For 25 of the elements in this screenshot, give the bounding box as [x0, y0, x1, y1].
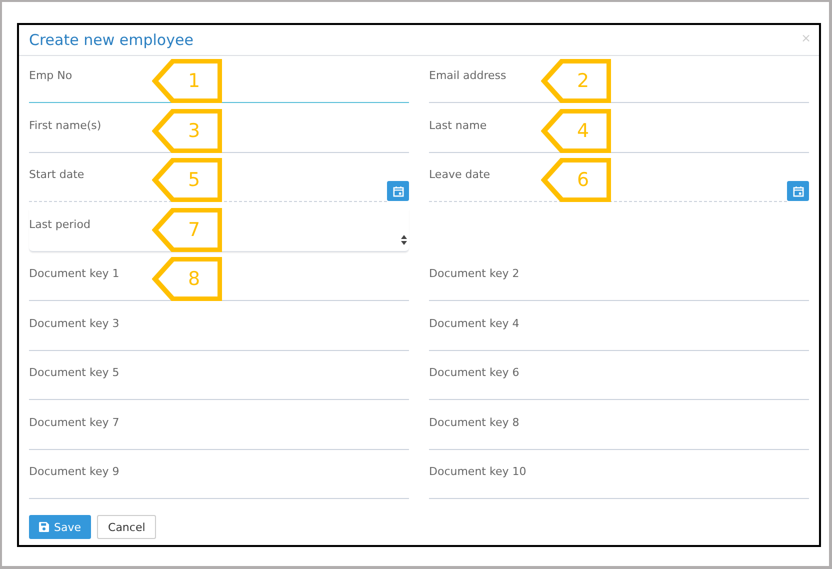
input-field[interactable]: Document key 2	[429, 258, 809, 301]
callout-tag: 3	[152, 108, 222, 152]
input-field[interactable]: Document key 3	[29, 308, 409, 350]
input-field[interactable]: Document key 4	[429, 308, 809, 350]
input-field[interactable]: Document key 7	[29, 406, 409, 450]
calendar-button[interactable]	[787, 181, 809, 201]
callout-tag: 5	[152, 158, 222, 202]
input-field[interactable]: Document key 6	[429, 357, 809, 400]
input-field[interactable]: Document key 9	[29, 456, 409, 499]
callout-tag: 8	[152, 257, 222, 301]
callout-tag: 7	[152, 208, 222, 252]
input-field[interactable]: Document key 8	[429, 406, 809, 450]
callout-tag: 4	[541, 108, 611, 152]
updown-icon	[401, 234, 407, 244]
callout-tag: 6	[541, 158, 611, 202]
input-field[interactable]: Document key 5	[29, 357, 409, 400]
callout-tag: 2	[541, 59, 611, 103]
cancel-button[interactable]: Cancel	[97, 515, 156, 539]
calendar-icon	[392, 186, 404, 196]
input-field[interactable]: Document key 10	[429, 456, 809, 499]
dialog-title: Create new employee	[29, 31, 194, 49]
save-button[interactable]: Save	[29, 515, 92, 539]
calendar-icon	[792, 186, 804, 196]
callout-tag: 1	[152, 59, 222, 103]
calendar-button[interactable]	[387, 181, 409, 201]
